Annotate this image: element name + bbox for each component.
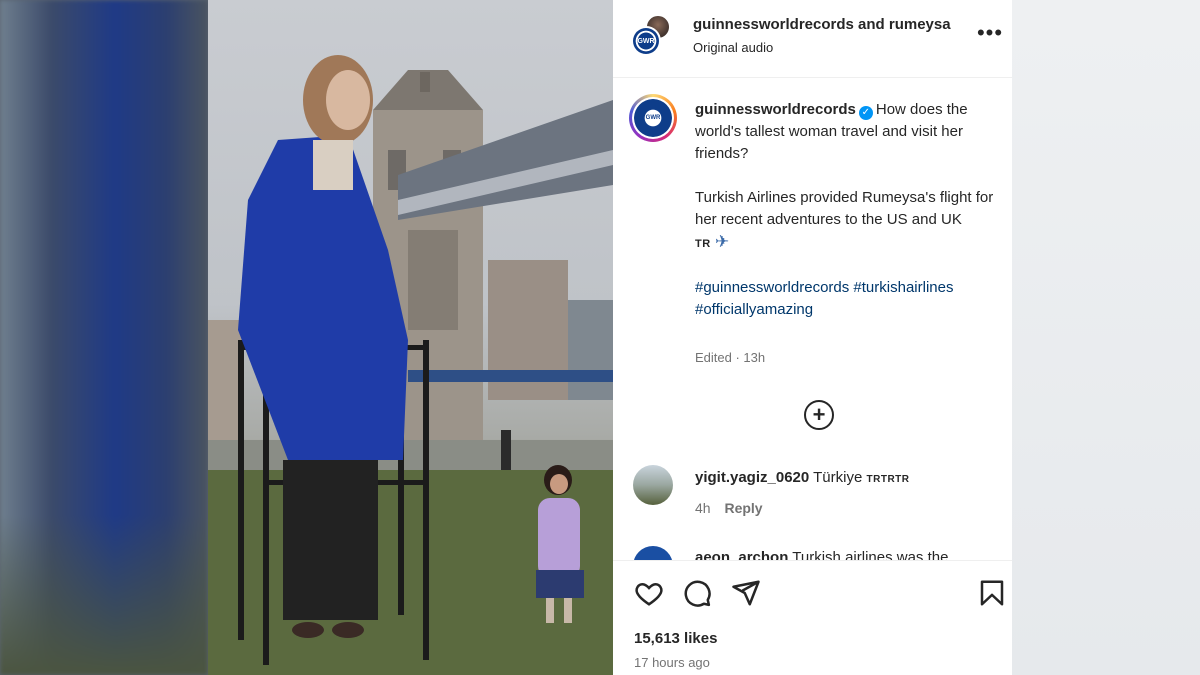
post-caption: guinnessworldrecords ✓ How does the world'… [695, 99, 995, 321]
more-options-button[interactable]: ••• [977, 20, 1003, 46]
audio-label[interactable]: Original audio [693, 40, 773, 55]
edited-timestamp: Edited · 13h [695, 350, 766, 365]
comment-username[interactable]: yigit.yagiz_0620 [695, 469, 809, 486]
blurred-backdrop-left [0, 0, 208, 675]
comment-flags: TRTRTR [866, 474, 910, 485]
gwr-logo-icon: GWR [634, 99, 672, 137]
post-header: GWR guinnessworldrecords and rumeysa Ori… [613, 0, 1012, 78]
comment-icon[interactable] [682, 578, 712, 608]
post-panel: GWR guinnessworldrecords and rumeysa Ori… [613, 0, 1012, 675]
comment-avatar[interactable] [633, 465, 673, 505]
comment-text: Türkiye [813, 469, 863, 486]
like-count[interactable]: 15,613 likes [634, 630, 717, 647]
comment-body: yigit.yagiz_0620 Türkiye TRTRTR [695, 469, 910, 486]
caption-author-avatar[interactable]: GWR [629, 94, 677, 142]
comment-time: 4h [695, 500, 711, 516]
media-scene [208, 55, 613, 675]
plus-circle-icon[interactable]: + [804, 400, 834, 430]
backdrop-right [1012, 0, 1200, 675]
plane-icon: ✈ [714, 232, 730, 251]
heart-icon[interactable] [634, 578, 664, 608]
caption-line2: Turkish Airlines provided Rumeysa's flig… [695, 189, 994, 228]
gwr-logo-icon: GWR [633, 28, 659, 54]
comment-meta: 4h Reply [695, 500, 763, 516]
verified-icon: ✓ [858, 106, 873, 120]
flag-emoji-tr: TR [695, 238, 711, 250]
avatar-gwr[interactable]: GWR [631, 26, 661, 56]
more-icon: ••• [976, 20, 1004, 45]
share-icon[interactable] [731, 578, 761, 608]
post-time[interactable]: 17 hours ago [634, 655, 710, 670]
bookmark-icon[interactable] [977, 578, 1007, 608]
caption-username[interactable]: guinnessworldrecords [695, 101, 856, 118]
caption-hashtags[interactable]: #guinnessworldrecords #turkishairlines #… [695, 277, 995, 321]
post-author-names[interactable]: guinnessworldrecords and rumeysa [693, 16, 961, 33]
reply-button[interactable]: Reply [724, 500, 762, 516]
action-bar: 15,613 likes 17 hours ago [613, 560, 1012, 675]
post-media[interactable] [208, 0, 613, 675]
collab-avatars[interactable]: GWR [631, 14, 675, 58]
